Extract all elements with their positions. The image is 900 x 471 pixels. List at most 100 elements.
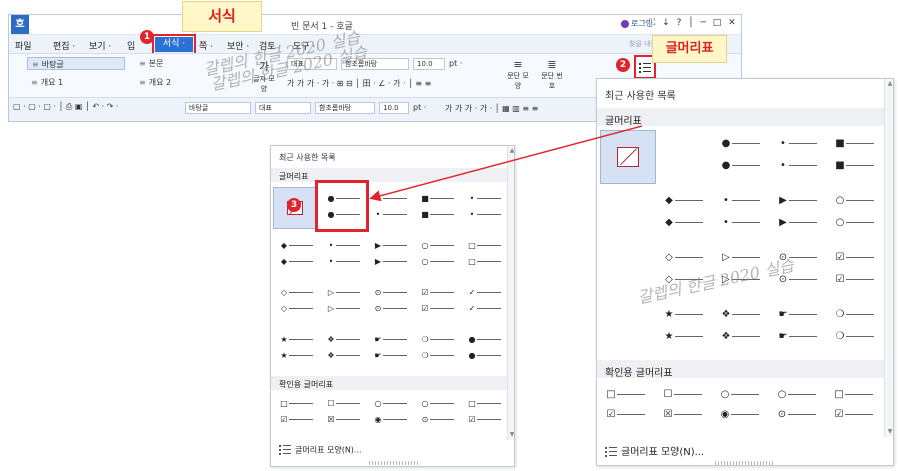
bullet-option[interactable]: ❍ ❍ [832, 301, 886, 355]
scroll-down-icon[interactable]: ▼ [508, 430, 514, 440]
menu-view[interactable]: 보기 · [89, 39, 111, 52]
font-unit-select[interactable]: pt · [449, 59, 462, 68]
bullet-option[interactable]: ■ ■ [418, 189, 462, 231]
style-item-outline1[interactable]: ≡ 개요 1 [27, 76, 125, 89]
bullet-option[interactable]: ☑ ☑ [418, 283, 462, 325]
bullet-option[interactable]: ●● [465, 330, 509, 372]
bullet-option[interactable]: •• [324, 236, 368, 278]
para-shape-button[interactable]: ≡ 문단 모양 [507, 58, 529, 91]
bullet-option[interactable]: ◆ ◆ [661, 187, 715, 241]
bullet-line: □ [467, 242, 501, 250]
bullet-option[interactable]: □□ [465, 236, 509, 278]
bullet-option[interactable]: ○ ⊙ [774, 386, 828, 432]
resize-grip[interactable] [715, 461, 775, 465]
bullet-option[interactable]: ◇ ◇ [277, 283, 321, 325]
style-icon: ≡ [31, 78, 38, 87]
bullet-option[interactable]: □ ☑ [831, 386, 885, 432]
bullet-option[interactable]: ■ ■ [832, 130, 886, 184]
format-highlight-box [152, 34, 196, 55]
bullet-line: ☑ [279, 416, 313, 424]
bullet-option[interactable]: ●● [718, 130, 772, 184]
bullet-glyph: ⊙ [374, 288, 382, 297]
toolbar-font-type-select[interactable]: 대표 [255, 102, 311, 114]
bullet-option[interactable]: •• [718, 187, 772, 241]
bullet-option[interactable]: ▶ ▶ [775, 187, 829, 241]
resize-grip[interactable] [369, 461, 419, 465]
bullet-line: ❖ [326, 336, 360, 344]
bullet-text-line [675, 221, 703, 223]
bullet-line: ☛ [373, 352, 407, 360]
font-size-input[interactable]: 10.0 [413, 58, 445, 70]
bullet-glyph: • [723, 217, 729, 228]
bullet-shape-link[interactable]: 글머리표 모양(N)... [605, 443, 704, 458]
scroll-up-icon[interactable]: ▲ [885, 79, 893, 89]
para-number-button[interactable]: ≣ 문단 번호 [539, 58, 565, 91]
toolbar-font-name-select[interactable]: 함초롬바탕 [315, 102, 375, 114]
bullet-glyph: ☛ [374, 335, 382, 344]
bullet-line: ○ [420, 400, 454, 408]
bullet-option[interactable]: ❍ ❍ [418, 330, 462, 372]
bullet-option[interactable]: ✓✓ [465, 283, 509, 325]
menu-edit[interactable]: 편집 · [53, 39, 75, 52]
bullet-text-line [732, 164, 760, 166]
bullet-line: ★ [279, 352, 313, 360]
bullet-option[interactable]: ▷ ▷ [324, 283, 368, 325]
bullet-text-line [789, 199, 817, 201]
bullet-option[interactable]: ❖ ❖ [324, 330, 368, 372]
bullet-option[interactable]: ○ ○ [832, 187, 886, 241]
recent-title: 최근 사용한 목록 [605, 91, 676, 102]
bullet-option[interactable]: ▶ ▶ [371, 236, 415, 278]
bullet-line: ☐ [326, 400, 360, 408]
bullet-line: ★ [663, 310, 703, 320]
bullet-option[interactable]: •• [775, 130, 829, 184]
toolbar-format-buttons[interactable]: 가 가 가 · 가 · │ ▦ ▥ ≡ ≡ [445, 103, 538, 114]
scrollbar[interactable]: ▲ ▼ [507, 146, 514, 440]
bullet-option-none[interactable] [600, 130, 656, 184]
bullet-option[interactable]: □ ☑ [465, 398, 509, 434]
bullet-option[interactable]: ☛ ☛ [775, 301, 829, 355]
bullet-option[interactable]: ◆ ◆ [277, 236, 321, 278]
bullet-option[interactable]: ⊙ ⊙ [371, 283, 415, 325]
bullet-option[interactable]: ☑ ☑ [832, 244, 886, 298]
bullet-option[interactable]: ○ ⊙ [418, 398, 462, 434]
bullet-glyph: ❍ [421, 335, 429, 344]
bullet-option[interactable]: ○ ○ [418, 236, 462, 278]
bullet-line: ▷ [326, 289, 360, 297]
bullet-glyph: ★ [280, 351, 288, 360]
toolbar-icons[interactable]: ▢ · ▢ · ▢ · │ ⎙ ▣ │ ↶ · ↷ · [13, 102, 118, 112]
format-buttons[interactable]: 가 가 가 · 가 · ⊞ ⊟ │ 田 · ∠ · 가 · │ ≡ ≡ [287, 78, 431, 89]
bullet-option[interactable]: ☐ ☒ [660, 386, 714, 432]
bullet-glyph: ○ [835, 195, 845, 206]
bullet-line: ★ [279, 336, 313, 344]
bullet-option[interactable]: ☐ ☒ [324, 398, 368, 434]
bullet-option[interactable]: ★ ★ [661, 301, 715, 355]
scroll-down-icon[interactable]: ▼ [885, 427, 893, 437]
bullet-option[interactable]: □ ☑ [277, 398, 321, 434]
bullet-glyph: ☛ [374, 351, 382, 360]
bullet-option[interactable]: ★ ★ [277, 330, 321, 372]
style-item-default[interactable]: ≡ 바탕글 [27, 57, 125, 70]
scrollbar[interactable]: ▲ ▼ [884, 79, 893, 437]
bullet-text-line [383, 355, 407, 356]
bullet-glyph: □ [834, 389, 844, 400]
toolbar-style-select[interactable]: 바탕글 [185, 102, 251, 114]
menu-insert[interactable]: 입 [127, 39, 135, 52]
toolbar-font-size-input[interactable]: 10.0 [379, 102, 409, 114]
bullet-shape-link[interactable]: 글머리표 모양(N)... [279, 444, 362, 456]
bullet-option[interactable]: ○ ◉ [371, 398, 415, 434]
bullet-text-line [383, 308, 407, 309]
scroll-up-icon[interactable]: ▲ [508, 146, 514, 156]
bullet-option[interactable]: □ ☑ [603, 386, 657, 432]
bullet-option[interactable]: ○ ◉ [717, 386, 771, 432]
menu-file[interactable]: 파일 [15, 39, 32, 52]
bullet-option[interactable]: •• [465, 189, 509, 231]
menu-page[interactable]: 쪽 · [199, 39, 213, 52]
window-controls[interactable]: ⛶ ↓ ? │ ─ □ ✕ [649, 18, 738, 28]
bullet-option[interactable]: ❖ ❖ [718, 301, 772, 355]
format-callout: 서식 [182, 1, 262, 32]
bullet-glyph: ☒ [327, 415, 335, 424]
toolbar-unit-select[interactable]: pt · [413, 103, 426, 112]
bullet-option[interactable]: ☛ ☛ [371, 330, 415, 372]
bullet-text-line [477, 403, 501, 404]
bullet-option[interactable]: •• [371, 189, 415, 231]
